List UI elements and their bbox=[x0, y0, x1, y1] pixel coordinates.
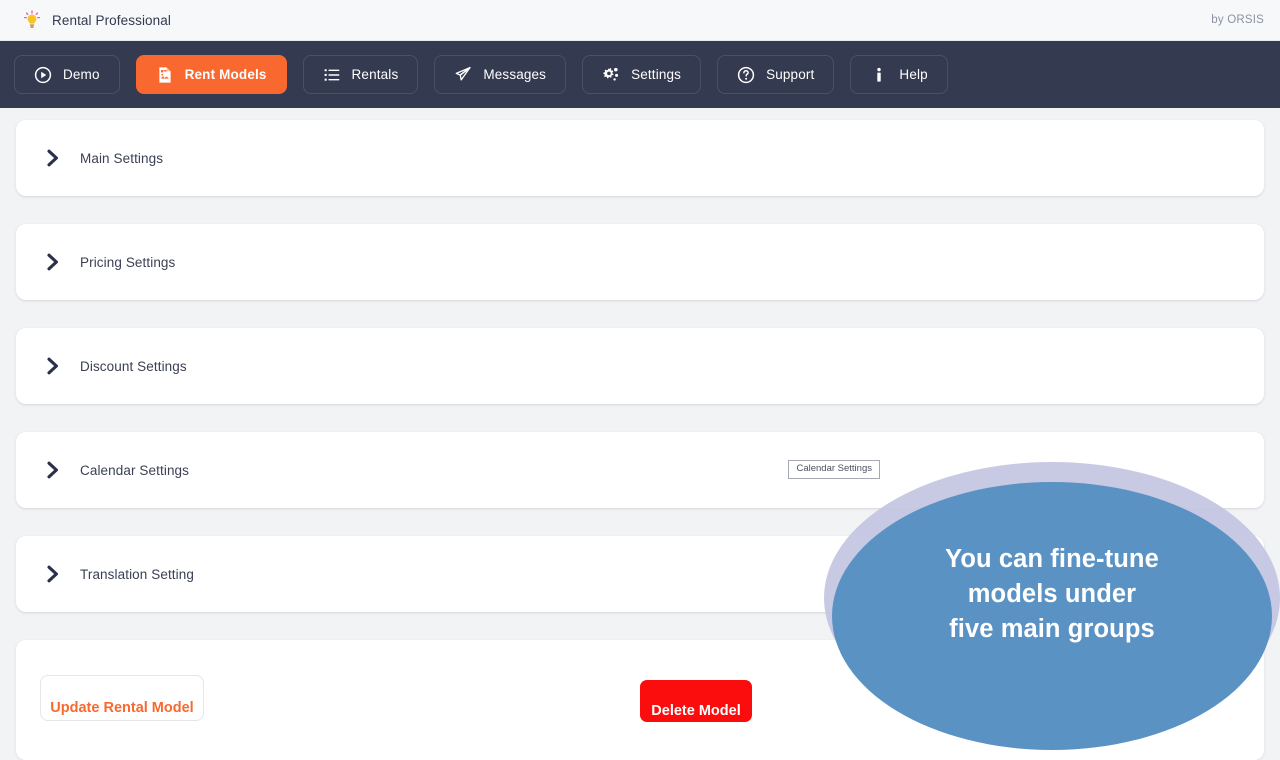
chevron-right-icon[interactable] bbox=[42, 251, 64, 273]
question-circle-icon bbox=[737, 66, 755, 84]
accordion-section-label: Main Settings bbox=[80, 150, 164, 166]
accordion-section-calendar-settings[interactable]: Calendar Settings Calendar Settings bbox=[16, 432, 1264, 508]
accordion-section-label: Pricing Settings bbox=[80, 254, 176, 270]
paper-plane-icon bbox=[454, 66, 472, 84]
nav-item-label: Support bbox=[766, 67, 815, 82]
chevron-right-icon[interactable] bbox=[42, 563, 64, 585]
gears-icon bbox=[602, 66, 620, 84]
nav-item-help[interactable]: Help bbox=[850, 55, 948, 94]
info-icon bbox=[870, 66, 888, 84]
nav-item-settings[interactable]: Settings bbox=[582, 55, 702, 94]
top-bar: Rental Professional by ORSIS bbox=[0, 0, 1280, 41]
lightbulb-idea-icon bbox=[22, 10, 42, 30]
nav-item-rent-models[interactable]: Rent Models bbox=[135, 55, 287, 94]
update-rental-model-button[interactable]: Update Rental Model bbox=[40, 675, 204, 721]
nav-item-label: Demo bbox=[63, 67, 100, 82]
accordion-section-label: Calendar Settings bbox=[80, 462, 190, 478]
accordion-section-label: Translation Setting bbox=[80, 566, 194, 582]
nav-item-label: Help bbox=[899, 67, 928, 82]
vendor-credit: by ORSIS bbox=[1211, 14, 1264, 26]
nav-item-messages[interactable]: Messages bbox=[434, 55, 567, 94]
brand-name: Rental Professional bbox=[52, 12, 171, 28]
nav-item-label: Rentals bbox=[351, 67, 399, 82]
calendar-settings-tooltip: Calendar Settings bbox=[788, 460, 880, 479]
accordion-section-pricing-settings[interactable]: Pricing Settings bbox=[16, 224, 1264, 300]
main-navigation: Demo Rent Models Rentals Messages Settin… bbox=[0, 41, 1280, 108]
accordion-list: Main Settings Pricing Settings Discount … bbox=[0, 108, 1280, 760]
delete-model-button[interactable]: Delete Model bbox=[640, 680, 752, 722]
nav-item-label: Rent Models bbox=[184, 67, 267, 82]
nav-item-label: Settings bbox=[631, 67, 682, 82]
list-ul-icon bbox=[323, 66, 341, 84]
nav-item-label: Messages bbox=[483, 67, 547, 82]
model-actions-panel: Update Rental Model Delete Model bbox=[16, 640, 1264, 760]
nav-item-demo[interactable]: Demo bbox=[14, 55, 120, 94]
chevron-right-icon[interactable] bbox=[42, 147, 64, 169]
accordion-section-discount-settings[interactable]: Discount Settings bbox=[16, 328, 1264, 404]
chevron-right-icon[interactable] bbox=[42, 459, 64, 481]
play-circle-icon bbox=[34, 66, 52, 84]
file-image-icon bbox=[156, 66, 174, 84]
accordion-section-label: Discount Settings bbox=[80, 358, 187, 374]
nav-item-support[interactable]: Support bbox=[717, 55, 835, 94]
brand[interactable]: Rental Professional bbox=[22, 10, 171, 30]
accordion-section-translation-setting[interactable]: Translation Setting bbox=[16, 536, 1264, 612]
chevron-right-icon[interactable] bbox=[42, 355, 64, 377]
accordion-section-main-settings[interactable]: Main Settings bbox=[16, 120, 1264, 196]
nav-item-rentals[interactable]: Rentals bbox=[302, 55, 419, 94]
